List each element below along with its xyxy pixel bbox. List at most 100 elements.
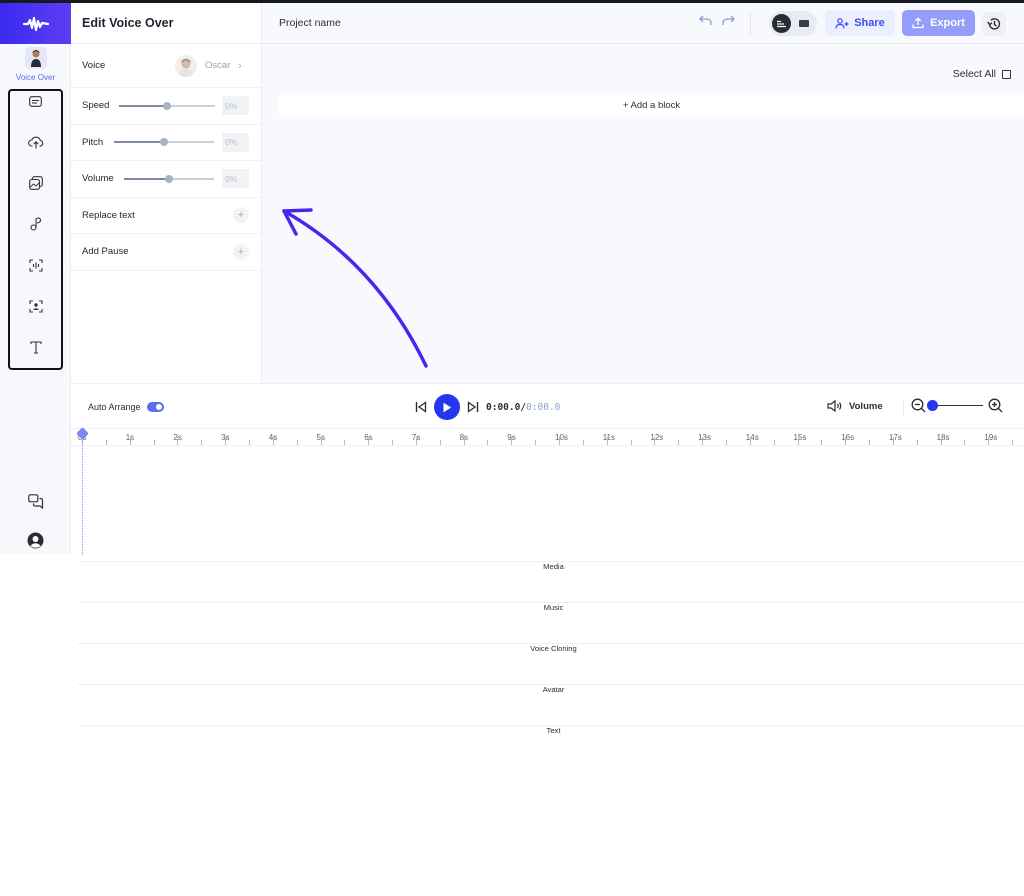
voice-selector[interactable]: Voice Oscar › xyxy=(71,44,261,88)
skip-forward-icon[interactable] xyxy=(467,401,479,413)
play-icon xyxy=(443,402,452,412)
script-canvas: Select All + Add a block xyxy=(262,44,1024,383)
auto-arrange-toggle[interactable] xyxy=(146,402,164,412)
ruler-tick-label: 19s xyxy=(984,433,998,442)
total-time: 0:00.0 xyxy=(526,401,561,413)
nav-item-voice-over[interactable]: Voice Over xyxy=(0,47,71,82)
ruler-minor-tick xyxy=(439,440,441,445)
ruler-minor-tick xyxy=(105,440,107,445)
volume-label: Volume xyxy=(849,400,883,412)
zoom-slider[interactable] xyxy=(927,399,983,411)
replace-text-row[interactable]: Replace text + xyxy=(71,198,261,234)
ruler-tick-label: 16s xyxy=(841,433,855,442)
zoom-out-icon[interactable] xyxy=(911,398,926,413)
nav-item-import[interactable]: Import xyxy=(10,93,1024,650)
speaker-icon xyxy=(827,400,842,412)
ruler-minor-tick xyxy=(964,440,966,445)
share-button[interactable]: Share xyxy=(825,10,895,36)
project-name[interactable]: Project name xyxy=(279,17,341,29)
version-history-button[interactable] xyxy=(982,12,1006,36)
voice-cloning-icon xyxy=(28,258,43,272)
undo-icon[interactable] xyxy=(699,15,712,26)
skip-back-icon[interactable] xyxy=(415,401,427,413)
pitch-slider[interactable] xyxy=(114,138,214,147)
nav-item-avatar[interactable]: Avatar xyxy=(10,298,1024,855)
ruler-major-tick xyxy=(749,437,751,445)
auto-arrange-label: Auto Arrange xyxy=(88,402,141,412)
add-pause-row[interactable]: Add Pause + xyxy=(71,234,261,271)
redo-icon[interactable] xyxy=(722,15,735,26)
voice-name: Oscar xyxy=(205,60,231,71)
upload-icon xyxy=(912,17,924,29)
time-ruler[interactable]: 0s1s2s3s4s5s6s7s8s9s10s11s12s13s14s15s16… xyxy=(71,428,1024,446)
ruler-major-tick xyxy=(559,437,560,445)
timeline-divider xyxy=(903,401,904,415)
view-mode-toggle[interactable] xyxy=(769,11,817,36)
ruler-minor-tick xyxy=(296,440,298,445)
ruler-major-tick xyxy=(129,437,131,445)
nav-item-uploads[interactable]: Uploads xyxy=(10,134,1024,691)
pitch-value[interactable]: 0% xyxy=(222,132,249,152)
ruler-tick-label: 17s xyxy=(888,433,902,442)
nav-item-label: Voice Over xyxy=(15,73,56,82)
add-pause-label: Add Pause xyxy=(82,246,129,258)
pitch-label: Pitch xyxy=(82,136,104,148)
ruler-major-tick xyxy=(702,437,704,445)
nav-item-music[interactable]: Music xyxy=(10,216,1024,773)
media-icon xyxy=(28,176,43,190)
nav-item-media[interactable]: Media xyxy=(10,175,1024,732)
ruler-minor-tick xyxy=(630,440,632,445)
left-navigation: Voice Over Import Uploads Media Music Vo… xyxy=(0,3,1024,896)
export-button[interactable]: Export xyxy=(902,10,975,36)
nav-profile-button[interactable] xyxy=(0,532,71,549)
ruler-tick-label: 18s xyxy=(936,433,950,442)
history-icon xyxy=(987,18,1001,30)
ruler-tick-label: 13s xyxy=(698,433,711,442)
nav-item-voice-cloning[interactable]: Voice Cloning xyxy=(10,257,1024,814)
avatar-frame-icon xyxy=(28,299,43,313)
speed-label: Speed xyxy=(82,100,110,112)
ruler-tick-label: 15s xyxy=(793,433,807,442)
play-button[interactable] xyxy=(434,394,460,420)
select-all-checkbox[interactable] xyxy=(1002,69,1011,79)
top-header: Project name Share Export xyxy=(262,3,1024,44)
chat-bubbles-icon xyxy=(27,494,43,509)
block-view-icon[interactable] xyxy=(799,20,809,27)
ruler-major-tick xyxy=(940,437,942,445)
avatar-icon xyxy=(24,47,47,69)
music-note-icon xyxy=(29,217,41,231)
volume-value[interactable]: 0% xyxy=(222,169,249,189)
select-all[interactable]: Select All xyxy=(953,68,1011,80)
brand-logo[interactable] xyxy=(0,3,71,44)
waveform-logo-icon xyxy=(22,16,49,31)
timeline: Auto Arrange 0:00.0/0:00.0 Volume 0s1s2s… xyxy=(71,383,1024,555)
list-view-icon[interactable] xyxy=(772,14,791,33)
playhead-line xyxy=(82,430,83,555)
ruler-major-tick xyxy=(511,437,513,445)
timeline-zoom xyxy=(911,398,1003,413)
nav-feedback-button[interactable] xyxy=(0,494,71,509)
add-pause-button[interactable]: + xyxy=(233,243,249,260)
zoom-slider-handle[interactable] xyxy=(927,399,938,411)
speed-slider[interactable] xyxy=(119,101,215,110)
ruler-minor-tick xyxy=(821,440,823,445)
auto-arrange[interactable]: Auto Arrange xyxy=(88,402,164,412)
ruler-minor-tick xyxy=(392,440,394,445)
speed-value[interactable]: 0% xyxy=(222,96,249,116)
tools-group: Import Uploads Media Music Voice Cloning… xyxy=(8,89,1024,896)
volume-button[interactable]: Volume xyxy=(827,400,883,412)
text-icon xyxy=(29,340,42,354)
playback-controls: 0:00.0/0:00.0 xyxy=(415,394,560,420)
ruler-tick-label: 11s xyxy=(602,433,615,442)
zoom-in-icon[interactable] xyxy=(988,398,1003,413)
ruler-tick-label: 12s xyxy=(650,433,664,442)
nav-item-text[interactable]: Text xyxy=(10,339,1024,896)
ruler-major-tick xyxy=(845,437,847,445)
volume-slider[interactable] xyxy=(124,174,214,183)
add-replace-text-button[interactable]: + xyxy=(233,207,249,224)
voice-label: Voice xyxy=(82,60,106,71)
ruler-minor-tick xyxy=(344,440,346,445)
ruler-major-tick xyxy=(368,437,370,445)
ruler-major-tick xyxy=(320,437,322,445)
ruler-minor-tick xyxy=(248,440,250,445)
